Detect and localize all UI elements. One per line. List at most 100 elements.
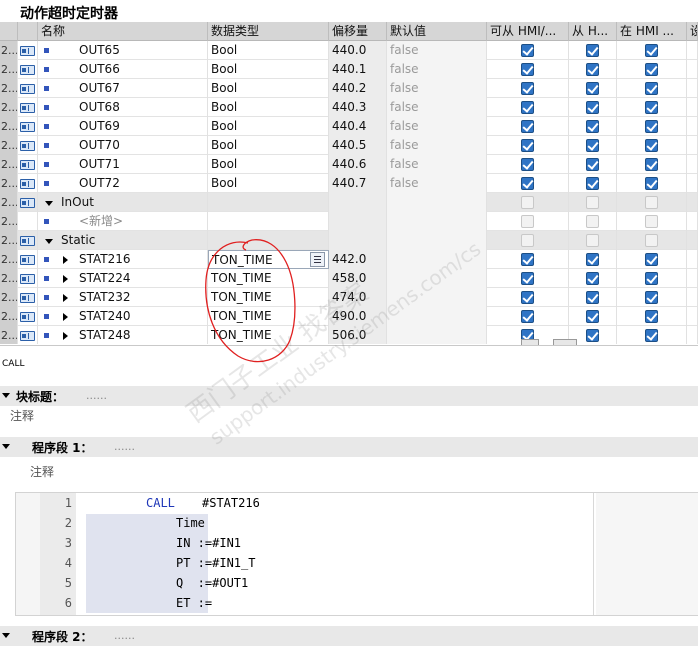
hmi-accessible-checkbox[interactable]: [521, 196, 534, 209]
hmi-visible-checkbox[interactable]: [645, 120, 658, 133]
data-type-cell[interactable]: [208, 231, 329, 250]
header-hmi-accessible[interactable]: 可从 HMI/...: [487, 22, 569, 41]
setpoint-cell[interactable]: [687, 250, 698, 269]
data-type-cell[interactable]: Bool: [208, 117, 329, 136]
name-cell[interactable]: <新增>: [38, 212, 208, 231]
default-value-cell[interactable]: false: [387, 79, 487, 98]
hmi-writable-checkbox[interactable]: [586, 272, 599, 285]
data-type-cell[interactable]: TON_TIME: [208, 269, 329, 288]
hmi-accessible-checkbox[interactable]: [521, 101, 534, 114]
name-cell[interactable]: OUT69: [38, 117, 208, 136]
row-number-cell[interactable]: 2...: [0, 250, 18, 269]
name-cell[interactable]: STAT216: [38, 250, 208, 269]
row-number-cell[interactable]: 2...: [0, 79, 18, 98]
data-type-cell[interactable]: Bool: [208, 60, 329, 79]
default-value-cell[interactable]: false: [387, 155, 487, 174]
header-offset[interactable]: 偏移量: [329, 22, 387, 41]
row-number-cell[interactable]: 2...: [0, 326, 18, 344]
hmi-writable-checkbox[interactable]: [586, 234, 599, 247]
hmi-writable-checkbox[interactable]: [586, 253, 599, 266]
hmi-accessible-checkbox[interactable]: [521, 139, 534, 152]
hmi-visible-checkbox[interactable]: [645, 44, 658, 57]
data-type-cell[interactable]: Bool: [208, 174, 329, 193]
hmi-accessible-checkbox[interactable]: [521, 158, 534, 171]
data-type-cell[interactable]: Bool: [208, 155, 329, 174]
block-title-bar[interactable]: 块标题： ......: [0, 386, 698, 406]
default-value-cell[interactable]: [387, 193, 487, 212]
data-type-cell[interactable]: Bool: [208, 136, 329, 155]
row-number-cell[interactable]: 2...: [0, 98, 18, 117]
name-cell[interactable]: OUT66: [38, 60, 208, 79]
block-title-placeholder[interactable]: ......: [86, 389, 107, 402]
default-value-cell[interactable]: false: [387, 98, 487, 117]
hmi-accessible-checkbox[interactable]: [521, 44, 534, 57]
collapse-icon[interactable]: [2, 393, 10, 398]
hmi-visible-checkbox[interactable]: [645, 234, 658, 247]
expand-icon[interactable]: [63, 294, 68, 302]
hmi-visible-checkbox[interactable]: [645, 196, 658, 209]
network-1-bar[interactable]: 程序段 1： ......: [0, 437, 698, 457]
header-setpoint[interactable]: 设: [687, 22, 698, 41]
setpoint-cell[interactable]: [687, 136, 698, 155]
name-cell[interactable]: OUT72: [38, 174, 208, 193]
setpoint-cell[interactable]: [687, 117, 698, 136]
hmi-visible-checkbox[interactable]: [645, 272, 658, 285]
name-cell[interactable]: InOut: [38, 193, 208, 212]
network-1-placeholder[interactable]: ......: [114, 440, 135, 453]
collapse-icon[interactable]: [2, 444, 10, 449]
type-picker-icon[interactable]: [310, 252, 325, 267]
default-value-cell[interactable]: false: [387, 41, 487, 60]
hmi-accessible-checkbox[interactable]: [521, 215, 534, 228]
row-number-cell[interactable]: 2...: [0, 288, 18, 307]
hmi-writable-checkbox[interactable]: [586, 196, 599, 209]
row-number-cell[interactable]: 2...: [0, 60, 18, 79]
table-row[interactable]: 2... <新增>: [0, 212, 698, 231]
table-row[interactable]: 2... OUT70 Bool 440.5 false: [0, 136, 698, 155]
data-type-cell[interactable]: Bool: [208, 98, 329, 117]
header-default-value[interactable]: 默认值: [387, 22, 487, 41]
setpoint-cell[interactable]: [687, 212, 698, 231]
name-cell[interactable]: OUT67: [38, 79, 208, 98]
setpoint-cell[interactable]: [687, 174, 698, 193]
expand-icon[interactable]: [63, 313, 68, 321]
data-type-cell[interactable]: [208, 193, 329, 212]
hmi-accessible-checkbox[interactable]: [521, 310, 534, 323]
hmi-visible-checkbox[interactable]: [645, 177, 658, 190]
row-number-cell[interactable]: 2...: [0, 117, 18, 136]
row-number-cell[interactable]: 2...: [0, 136, 18, 155]
name-cell[interactable]: STAT240: [38, 307, 208, 326]
hmi-accessible-checkbox[interactable]: [521, 234, 534, 247]
setpoint-cell[interactable]: [687, 79, 698, 98]
row-number-cell[interactable]: 2...: [0, 212, 18, 231]
expand-icon[interactable]: [63, 275, 68, 283]
expand-icon[interactable]: [63, 256, 68, 264]
row-number-cell[interactable]: 2...: [0, 307, 18, 326]
default-value-cell[interactable]: false: [387, 136, 487, 155]
data-type-cell[interactable]: [208, 212, 329, 231]
setpoint-cell[interactable]: [687, 288, 698, 307]
expand-icon[interactable]: [63, 332, 68, 340]
hmi-accessible-checkbox[interactable]: [521, 63, 534, 76]
name-cell[interactable]: OUT68: [38, 98, 208, 117]
hmi-writable-checkbox[interactable]: [586, 310, 599, 323]
row-number-cell[interactable]: 2...: [0, 193, 18, 212]
table-row[interactable]: 2... OUT72 Bool 440.7 false: [0, 174, 698, 193]
hmi-accessible-checkbox[interactable]: [521, 177, 534, 190]
table-row[interactable]: 2... OUT68 Bool 440.3 false: [0, 98, 698, 117]
hmi-accessible-checkbox[interactable]: [521, 272, 534, 285]
hmi-writable-checkbox[interactable]: [586, 101, 599, 114]
network-2-bar[interactable]: 程序段 2： ......: [0, 626, 698, 646]
hmi-accessible-checkbox[interactable]: [521, 82, 534, 95]
hmi-visible-checkbox[interactable]: [645, 63, 658, 76]
block-comment[interactable]: 注释: [10, 407, 34, 424]
hmi-accessible-checkbox[interactable]: [521, 253, 534, 266]
hmi-visible-checkbox[interactable]: [645, 215, 658, 228]
hmi-writable-checkbox[interactable]: [586, 139, 599, 152]
header-hmi-writable[interactable]: 从 H...: [569, 22, 617, 41]
hmi-writable-checkbox[interactable]: [586, 120, 599, 133]
hmi-visible-checkbox[interactable]: [645, 139, 658, 152]
hmi-writable-checkbox[interactable]: [586, 82, 599, 95]
setpoint-cell[interactable]: [687, 60, 698, 79]
table-row[interactable]: 2... STAT216 TON_TIME 442.0: [0, 250, 698, 269]
table-row[interactable]: 2... OUT67 Bool 440.2 false: [0, 79, 698, 98]
